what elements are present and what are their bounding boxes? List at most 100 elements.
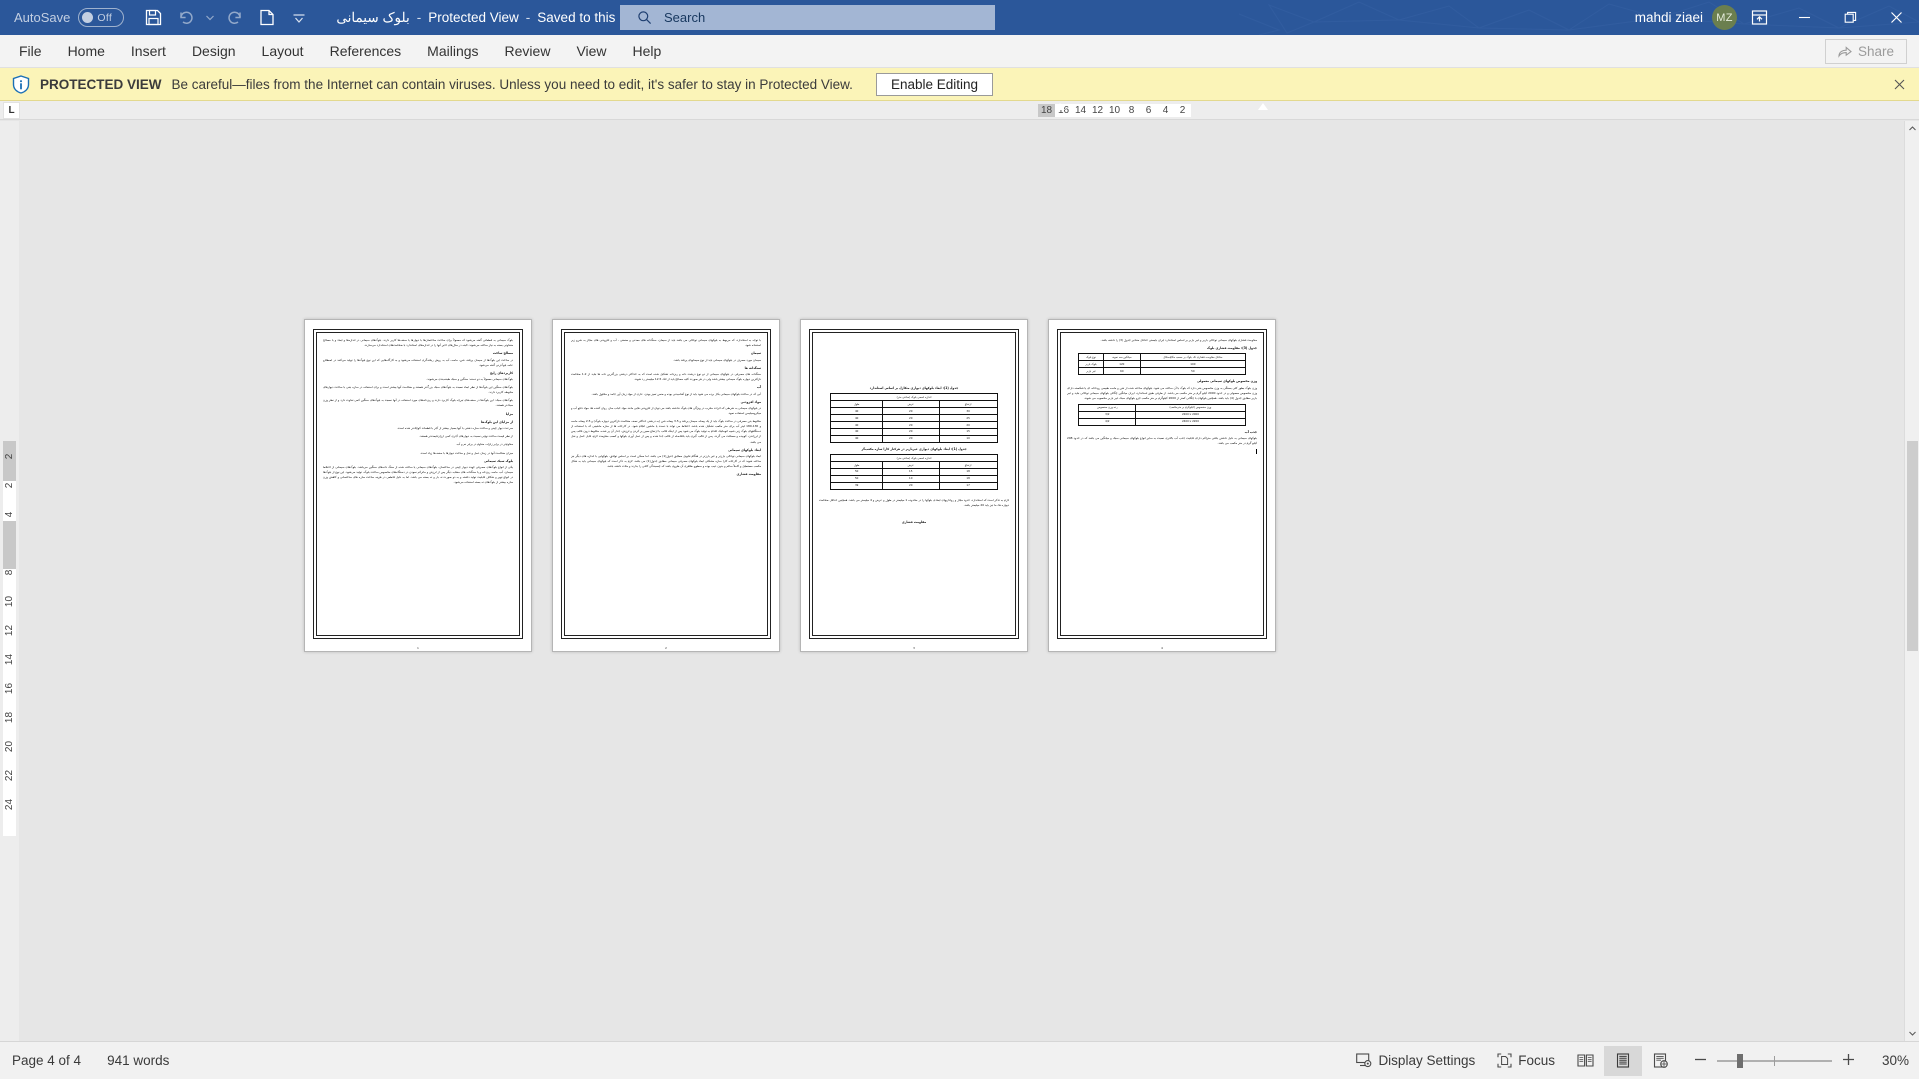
tab-references[interactable]: References (317, 35, 415, 68)
vertical-ruler-tick: 22 (4, 769, 15, 782)
horizontal-ruler-row: L 18 16 14 12 10 8 6 4 2 (0, 101, 1919, 120)
table-column-header: ارتفاع (938, 400, 998, 409)
doc-heading: مقاومت فشاری (901, 519, 927, 524)
table-header-row: حداقل مقاومت فشاری تک بلوک بر حسب مگاپاس… (1078, 353, 1246, 362)
scroll-down-button[interactable] (1905, 1026, 1919, 1041)
document-page-1[interactable]: بلوک سیمانی به قطعاتی گفته می‌شود که معم… (304, 319, 532, 652)
table-cell: 10 (938, 434, 998, 443)
display-settings-button[interactable]: Display Settings (1345, 1046, 1486, 1076)
page-border-outer: جدول (1): ابعاد بلوکهای دیواری متکازل بر… (809, 329, 1019, 639)
table-cell: 20 (881, 481, 940, 490)
restore-button[interactable] (1827, 0, 1873, 35)
tab-help[interactable]: Help (620, 35, 675, 68)
vertical-ruler-tick: 10 (4, 595, 15, 608)
vertical-scrollbar[interactable] (1904, 121, 1919, 1041)
customize-quick-access-toolbar-button[interactable] (284, 4, 314, 32)
vertical-ruler[interactable]: 224681012141618202224 (0, 121, 19, 1041)
minimize-button[interactable] (1781, 0, 1827, 35)
tab-stop-marker: L (8, 105, 15, 116)
horizontal-ruler[interactable]: 18 16 14 12 10 8 6 4 2 (1038, 101, 1268, 120)
doc-heading: مصالح ساخت (492, 351, 513, 356)
ribbon-display-options-button[interactable] (1737, 0, 1781, 35)
vertical-ruler-tick: 14 (4, 653, 15, 666)
page-border-inner: بلوک سیمانی به قطعاتی گفته می‌شود که معم… (316, 332, 520, 636)
document-page-2[interactable]: با توجه به استاندارد، که مربوط به بلوکها… (552, 319, 780, 652)
chevron-down-icon (1909, 1031, 1916, 1036)
tab-file[interactable]: File (6, 35, 55, 68)
undo-button[interactable] (170, 4, 200, 32)
tab-home[interactable]: Home (55, 35, 118, 68)
enable-editing-button[interactable]: Enable Editing (875, 72, 994, 96)
dismiss-protected-view-button[interactable] (1891, 76, 1907, 92)
redo-button[interactable] (220, 4, 250, 32)
table-cell: 15 (938, 427, 998, 436)
focus-button[interactable]: Focus (1486, 1046, 1566, 1076)
table-cell: 20 (881, 420, 940, 429)
indent-marker[interactable] (1055, 103, 1065, 110)
autosave-toggle[interactable]: Off (78, 8, 125, 27)
table-row: 15 20 40 (830, 427, 998, 436)
tab-design[interactable]: Design (179, 35, 249, 68)
doc-paragraph: در ساخت این بلوک‌ها از سیمان پرتلند، شن،… (323, 357, 513, 367)
zoom-out-button[interactable] (1694, 1053, 1707, 1069)
print-layout-button[interactable] (1604, 1045, 1642, 1076)
ruler-tick: 4 (1162, 105, 1169, 116)
account-name[interactable]: mahdi ziaei (1635, 10, 1703, 25)
tab-stop-selector[interactable]: L (3, 102, 20, 119)
zoom-slider[interactable] (1717, 1053, 1832, 1068)
window-controls-area: mahdi ziaei MZ (1635, 0, 1919, 35)
doc-heading: جدول (3): مقاومت فشاری بلوک (1206, 346, 1257, 351)
ruler-tick: 6 (1145, 105, 1152, 116)
table-cell: 50 (830, 474, 883, 483)
tab-mailings[interactable]: Mailings (414, 35, 491, 68)
tab-insert[interactable]: Insert (118, 35, 179, 68)
tab-review[interactable]: Review (492, 35, 564, 68)
table-row: 100 120 بلوک باربر (1078, 360, 1246, 369)
document-workspace: 224681012141618202224 بلوک سیمانی به قطع… (0, 121, 1919, 1041)
autosave-control[interactable]: AutoSave Off (14, 8, 125, 27)
share-button[interactable]: Share (1824, 39, 1907, 64)
page-indicator[interactable]: Page 4 of 4 (12, 1053, 81, 1068)
status-bar: Page 4 of 4 941 words Display Settings F… (0, 1041, 1919, 1079)
document-page-4[interactable]: مقاومت فشاری بلوکهای سیمانی توخالی باربر… (1048, 319, 1276, 652)
close-icon (1894, 79, 1904, 89)
focus-label: Focus (1518, 1053, 1555, 1068)
tab-layout[interactable]: Layout (249, 35, 317, 68)
undo-dropdown-button[interactable] (202, 4, 218, 32)
table-cell: 10 (881, 474, 940, 483)
zoom-slider-thumb[interactable] (1737, 1053, 1743, 1068)
vertical-scrollbar-thumb[interactable] (1907, 441, 1918, 651)
doc-paragraph: ابعاد بلوکهای سیمانی توخالی بارزتر و غیر… (571, 454, 761, 469)
ruler-page-area: 16 14 12 10 8 6 4 2 (1055, 104, 1191, 117)
word-count[interactable]: 941 words (107, 1053, 169, 1068)
scroll-up-button[interactable] (1905, 121, 1919, 136)
zoom-level[interactable]: 30% (1865, 1053, 1909, 1068)
document-pages: بلوک سیمانی به قطعاتی گفته می‌شود که معم… (19, 121, 1919, 1041)
search-input[interactable]: Search (620, 5, 995, 30)
web-layout-button[interactable] (1642, 1046, 1680, 1076)
table-cell: 15 (881, 467, 940, 476)
avatar[interactable]: MZ (1712, 5, 1737, 30)
table-cell: 60 (1102, 367, 1142, 376)
search-placeholder: Search (664, 10, 706, 25)
tab-view[interactable]: View (563, 35, 619, 68)
document-page-3[interactable]: جدول (1): ابعاد بلوکهای دیواری متکازل بر… (800, 319, 1028, 652)
table-row: 20 20 40 (830, 420, 998, 429)
protected-view-status: Protected View (428, 10, 519, 25)
close-button[interactable] (1873, 0, 1919, 35)
zoom-in-button[interactable] (1842, 1053, 1855, 1069)
read-mode-button[interactable] (1566, 1046, 1604, 1076)
save-button[interactable] (138, 4, 168, 32)
page-1-content: بلوک سیمانی به قطعاتی گفته می‌شود که معم… (323, 338, 513, 630)
share-icon (1838, 46, 1852, 58)
doc-paragraph: سیمان مورد مصرف در بلوکهای سیمانی باید ا… (673, 357, 761, 362)
vertical-ruler-thumb[interactable] (3, 521, 16, 569)
table-cell: 20 (881, 414, 940, 422)
doc-heading: بلوک سبک سیمانی (484, 458, 513, 463)
protected-view-label: PROTECTED VIEW (40, 76, 162, 92)
new-document-button[interactable] (252, 4, 282, 32)
new-document-icon (260, 9, 275, 26)
hanging-indent-marker[interactable] (1258, 103, 1268, 110)
table-cell: 2000 تا 2200 (1135, 410, 1246, 419)
status-bar-left: Page 4 of 4 941 words (12, 1053, 169, 1068)
